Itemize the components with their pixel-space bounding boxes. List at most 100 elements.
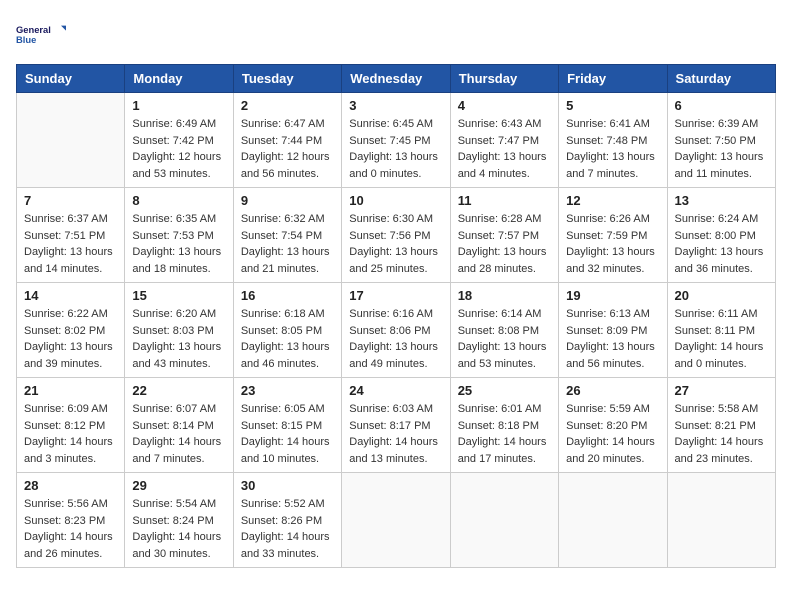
day-info: Sunrise: 6:14 AMSunset: 8:08 PMDaylight:… xyxy=(458,306,551,372)
calendar-day-cell: 20 Sunrise: 6:11 AMSunset: 8:11 PMDayligh… xyxy=(667,283,775,378)
day-number: 14 xyxy=(24,288,117,303)
calendar-day-cell: 15 Sunrise: 6:20 AMSunset: 8:03 PMDayligh… xyxy=(125,283,233,378)
day-info: Sunrise: 6:37 AMSunset: 7:51 PMDaylight:… xyxy=(24,211,117,277)
calendar-table: SundayMondayTuesdayWednesdayThursdayFrid… xyxy=(16,64,776,568)
calendar-body: 1 Sunrise: 6:49 AMSunset: 7:42 PMDaylight… xyxy=(17,93,776,568)
day-number: 15 xyxy=(132,288,225,303)
day-number: 22 xyxy=(132,383,225,398)
day-info: Sunrise: 6:05 AMSunset: 8:15 PMDaylight:… xyxy=(241,401,334,467)
day-number: 25 xyxy=(458,383,551,398)
day-info: Sunrise: 6:03 AMSunset: 8:17 PMDaylight:… xyxy=(349,401,442,467)
calendar-header: SundayMondayTuesdayWednesdayThursdayFrid… xyxy=(17,65,776,93)
day-number: 23 xyxy=(241,383,334,398)
day-of-week-header: Saturday xyxy=(667,65,775,93)
svg-text:Blue: Blue xyxy=(16,35,36,45)
calendar-day-cell: 26Sunrise: 5:59 AMSunset: 8:20 PMDayligh… xyxy=(559,378,667,473)
day-of-week-header: Wednesday xyxy=(342,65,450,93)
calendar-day-cell xyxy=(559,473,667,568)
day-number: 28 xyxy=(24,478,117,493)
day-info: Sunrise: 6:20 AMSunset: 8:03 PMDaylight:… xyxy=(132,306,225,372)
calendar-day-cell: 9 Sunrise: 6:32 AMSunset: 7:54 PMDaylight… xyxy=(233,188,341,283)
calendar-day-cell xyxy=(450,473,558,568)
calendar-day-cell: 4 Sunrise: 6:43 AMSunset: 7:47 PMDaylight… xyxy=(450,93,558,188)
calendar-day-cell: 2 Sunrise: 6:47 AMSunset: 7:44 PMDaylight… xyxy=(233,93,341,188)
day-info: Sunrise: 6:35 AMSunset: 7:53 PMDaylight:… xyxy=(132,211,225,277)
day-of-week-header: Tuesday xyxy=(233,65,341,93)
calendar-day-cell: 29Sunrise: 5:54 AMSunset: 8:24 PMDayligh… xyxy=(125,473,233,568)
calendar-day-cell: 18Sunrise: 6:14 AMSunset: 8:08 PMDayligh… xyxy=(450,283,558,378)
calendar-day-cell: 16Sunrise: 6:18 AMSunset: 8:05 PMDayligh… xyxy=(233,283,341,378)
calendar-day-cell: 10Sunrise: 6:30 AMSunset: 7:56 PMDayligh… xyxy=(342,188,450,283)
day-info: Sunrise: 6:49 AMSunset: 7:42 PMDaylight:… xyxy=(132,116,225,182)
day-number: 17 xyxy=(349,288,442,303)
calendar-header-row: SundayMondayTuesdayWednesdayThursdayFrid… xyxy=(17,65,776,93)
day-info: Sunrise: 6:24 AMSunset: 8:00 PMDaylight:… xyxy=(675,211,768,277)
calendar-day-cell: 24Sunrise: 6:03 AMSunset: 8:17 PMDayligh… xyxy=(342,378,450,473)
calendar-day-cell: 12 Sunrise: 6:26 AMSunset: 7:59 PMDayligh… xyxy=(559,188,667,283)
day-info: Sunrise: 6:41 AMSunset: 7:48 PMDaylight:… xyxy=(566,116,659,182)
day-info: Sunrise: 6:39 AMSunset: 7:50 PMDaylight:… xyxy=(675,116,768,182)
day-info: Sunrise: 6:11 AMSunset: 8:11 PMDaylight:… xyxy=(675,306,768,372)
day-number: 16 xyxy=(241,288,334,303)
day-of-week-header: Sunday xyxy=(17,65,125,93)
page-header: General Blue xyxy=(16,16,776,54)
calendar-day-cell: 8Sunrise: 6:35 AMSunset: 7:53 PMDaylight… xyxy=(125,188,233,283)
day-info: Sunrise: 6:26 AMSunset: 7:59 PMDaylight:… xyxy=(566,211,659,277)
day-info: Sunrise: 6:09 AMSunset: 8:12 PMDaylight:… xyxy=(24,401,117,467)
calendar-day-cell: 1 Sunrise: 6:49 AMSunset: 7:42 PMDaylight… xyxy=(125,93,233,188)
calendar-day-cell xyxy=(667,473,775,568)
calendar-day-cell: 21 Sunrise: 6:09 AMSunset: 8:12 PMDayligh… xyxy=(17,378,125,473)
calendar-day-cell: 13 Sunrise: 6:24 AMSunset: 8:00 PMDayligh… xyxy=(667,188,775,283)
logo: General Blue xyxy=(16,16,66,54)
logo-svg: General Blue xyxy=(16,16,66,54)
calendar-day-cell: 14 Sunrise: 6:22 AMSunset: 8:02 PMDayligh… xyxy=(17,283,125,378)
calendar-day-cell: 25 Sunrise: 6:01 AMSunset: 8:18 PMDayligh… xyxy=(450,378,558,473)
day-number: 26 xyxy=(566,383,659,398)
calendar-day-cell: 5 Sunrise: 6:41 AMSunset: 7:48 PMDaylight… xyxy=(559,93,667,188)
day-info: Sunrise: 6:32 AMSunset: 7:54 PMDaylight:… xyxy=(241,211,334,277)
calendar-day-cell: 23 Sunrise: 6:05 AMSunset: 8:15 PMDayligh… xyxy=(233,378,341,473)
day-number: 12 xyxy=(566,193,659,208)
calendar-day-cell: 7 Sunrise: 6:37 AMSunset: 7:51 PMDaylight… xyxy=(17,188,125,283)
calendar-day-cell xyxy=(17,93,125,188)
day-info: Sunrise: 5:52 AMSunset: 8:26 PMDaylight:… xyxy=(241,496,334,562)
day-number: 13 xyxy=(675,193,768,208)
day-number: 4 xyxy=(458,98,551,113)
day-number: 1 xyxy=(132,98,225,113)
calendar-day-cell: 6 Sunrise: 6:39 AMSunset: 7:50 PMDaylight… xyxy=(667,93,775,188)
day-number: 10 xyxy=(349,193,442,208)
day-number: 20 xyxy=(675,288,768,303)
day-info: Sunrise: 5:56 AMSunset: 8:23 PMDaylight:… xyxy=(24,496,117,562)
day-of-week-header: Thursday xyxy=(450,65,558,93)
calendar-day-cell: 17 Sunrise: 6:16 AMSunset: 8:06 PMDayligh… xyxy=(342,283,450,378)
day-number: 11 xyxy=(458,193,551,208)
calendar-day-cell: 11Sunrise: 6:28 AMSunset: 7:57 PMDayligh… xyxy=(450,188,558,283)
calendar-week-row: 1 Sunrise: 6:49 AMSunset: 7:42 PMDaylight… xyxy=(17,93,776,188)
calendar-week-row: 21 Sunrise: 6:09 AMSunset: 8:12 PMDayligh… xyxy=(17,378,776,473)
calendar-week-row: 7 Sunrise: 6:37 AMSunset: 7:51 PMDaylight… xyxy=(17,188,776,283)
svg-text:General: General xyxy=(16,25,51,35)
day-info: Sunrise: 6:22 AMSunset: 8:02 PMDaylight:… xyxy=(24,306,117,372)
calendar-day-cell: 3Sunrise: 6:45 AMSunset: 7:45 PMDaylight… xyxy=(342,93,450,188)
day-number: 5 xyxy=(566,98,659,113)
day-number: 2 xyxy=(241,98,334,113)
day-number: 6 xyxy=(675,98,768,113)
day-info: Sunrise: 5:58 AMSunset: 8:21 PMDaylight:… xyxy=(675,401,768,467)
calendar-day-cell: 30Sunrise: 5:52 AMSunset: 8:26 PMDayligh… xyxy=(233,473,341,568)
day-info: Sunrise: 6:43 AMSunset: 7:47 PMDaylight:… xyxy=(458,116,551,182)
day-number: 9 xyxy=(241,193,334,208)
day-info: Sunrise: 5:54 AMSunset: 8:24 PMDaylight:… xyxy=(132,496,225,562)
day-number: 19 xyxy=(566,288,659,303)
day-number: 21 xyxy=(24,383,117,398)
day-number: 7 xyxy=(24,193,117,208)
day-number: 27 xyxy=(675,383,768,398)
day-info: Sunrise: 6:16 AMSunset: 8:06 PMDaylight:… xyxy=(349,306,442,372)
day-number: 3 xyxy=(349,98,442,113)
day-info: Sunrise: 6:01 AMSunset: 8:18 PMDaylight:… xyxy=(458,401,551,467)
day-of-week-header: Monday xyxy=(125,65,233,93)
calendar-day-cell: 22 Sunrise: 6:07 AMSunset: 8:14 PMDayligh… xyxy=(125,378,233,473)
day-of-week-header: Friday xyxy=(559,65,667,93)
day-info: Sunrise: 6:07 AMSunset: 8:14 PMDaylight:… xyxy=(132,401,225,467)
calendar-week-row: 28 Sunrise: 5:56 AMSunset: 8:23 PMDayligh… xyxy=(17,473,776,568)
day-info: Sunrise: 6:47 AMSunset: 7:44 PMDaylight:… xyxy=(241,116,334,182)
